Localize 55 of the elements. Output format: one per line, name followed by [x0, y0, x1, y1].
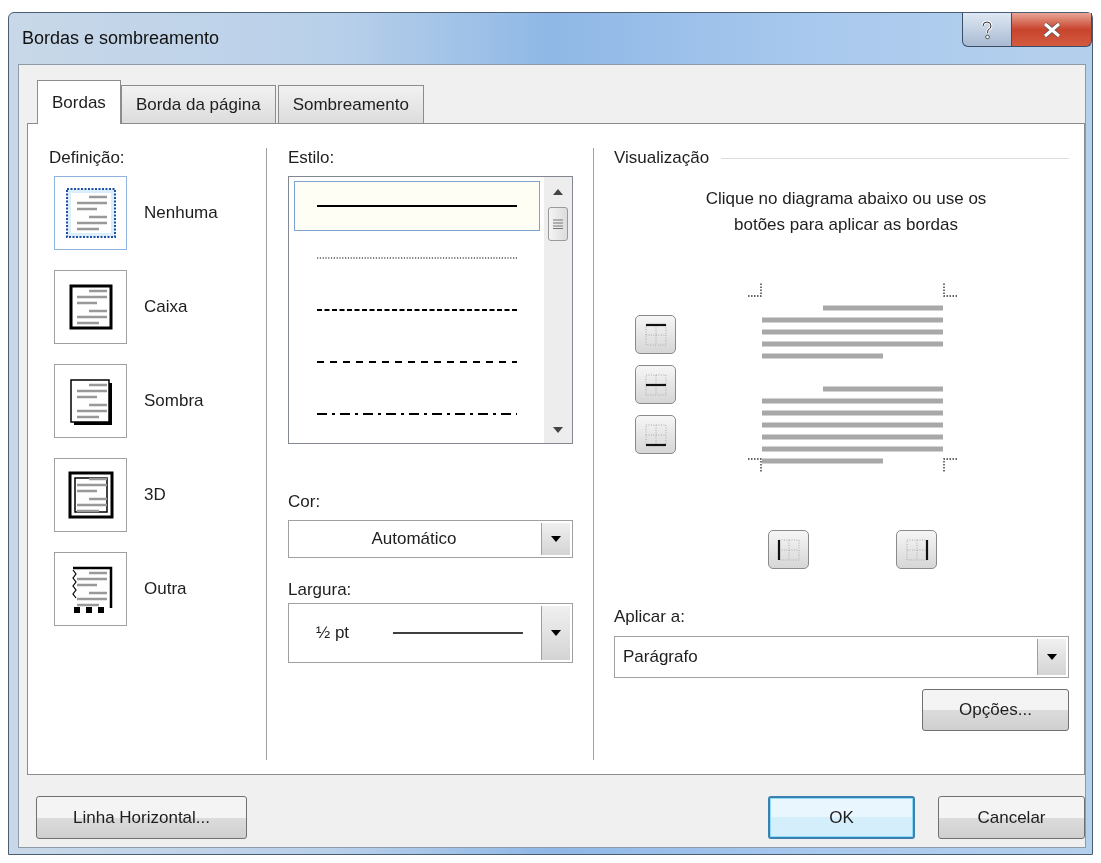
dropdown-arrow-button[interactable] [1037, 639, 1066, 675]
page-border-icon [64, 187, 117, 239]
field-label: Aplicar a: [614, 607, 686, 627]
setting-label: Outra [144, 579, 187, 599]
tab[interactable]: Borda da página [120, 85, 276, 123]
help-button[interactable] [962, 13, 1012, 47]
options-button[interactable]: Opções... [922, 689, 1069, 731]
tab[interactable]: Sombreamento [277, 85, 424, 123]
line-style-icon [317, 411, 517, 417]
tab[interactable]: Bordas [37, 80, 121, 124]
scroll-up-icon [553, 189, 563, 195]
scrollbar[interactable] [544, 177, 572, 443]
instructions-text: Clique no diagrama abaixo ou use os botões para aplicar as bordas [704, 188, 988, 236]
line-style-icon [317, 255, 517, 261]
border-setting-button[interactable] [54, 458, 127, 532]
field-label: Largura: [288, 580, 353, 600]
line-style-icon [317, 203, 517, 209]
setting-label: Nenhuma [144, 203, 218, 223]
line-style-icon [317, 359, 517, 365]
close-icon [1041, 21, 1062, 38]
border-setting-button[interactable] [54, 270, 127, 344]
border-setting-button[interactable] [54, 364, 127, 438]
color-dropdown[interactable]: Automático [288, 520, 573, 558]
setting-label: 3D [144, 485, 166, 505]
border-toggle-button[interactable] [635, 365, 676, 404]
section-label: Definição: [49, 148, 126, 168]
border-setting-button[interactable] [54, 176, 127, 250]
apply-to-dropdown[interactable]: Parágrafo [614, 636, 1069, 678]
width-dropdown[interactable]: ½ pt [288, 603, 573, 663]
setting-label: Sombra [144, 391, 204, 411]
dialog-button[interactable]: Linha Horizontal... [36, 796, 247, 839]
help-icon [980, 19, 994, 40]
scroll-down-icon [553, 427, 563, 433]
line-style-option[interactable] [294, 181, 540, 231]
dropdown-arrow-button[interactable] [541, 523, 570, 555]
dialog-button[interactable]: Cancelar [938, 796, 1085, 839]
dialog-button[interactable]: OK [768, 796, 915, 839]
line-style-list[interactable] [288, 176, 573, 444]
border-toggle-button[interactable] [768, 530, 809, 569]
grip-icon [553, 219, 563, 229]
field-label: Cor: [288, 492, 322, 512]
border-toggle-button[interactable] [896, 530, 937, 569]
line-style-icon [317, 307, 517, 313]
border-setting-button[interactable] [54, 552, 127, 626]
scrollbar-thumb[interactable] [548, 207, 568, 241]
caret-down-icon [1047, 654, 1057, 660]
caret-down-icon [551, 536, 561, 542]
window-title: Bordas e sombreamento [22, 28, 220, 49]
caret-down-icon [551, 630, 561, 636]
section-label: Visualização [614, 148, 710, 168]
border-toggle-button[interactable] [635, 415, 676, 454]
border-toggle-button[interactable] [635, 315, 676, 354]
setting-label: Caixa [144, 297, 188, 317]
section-label: Estilo: [288, 148, 336, 168]
close-button[interactable] [1012, 13, 1092, 47]
